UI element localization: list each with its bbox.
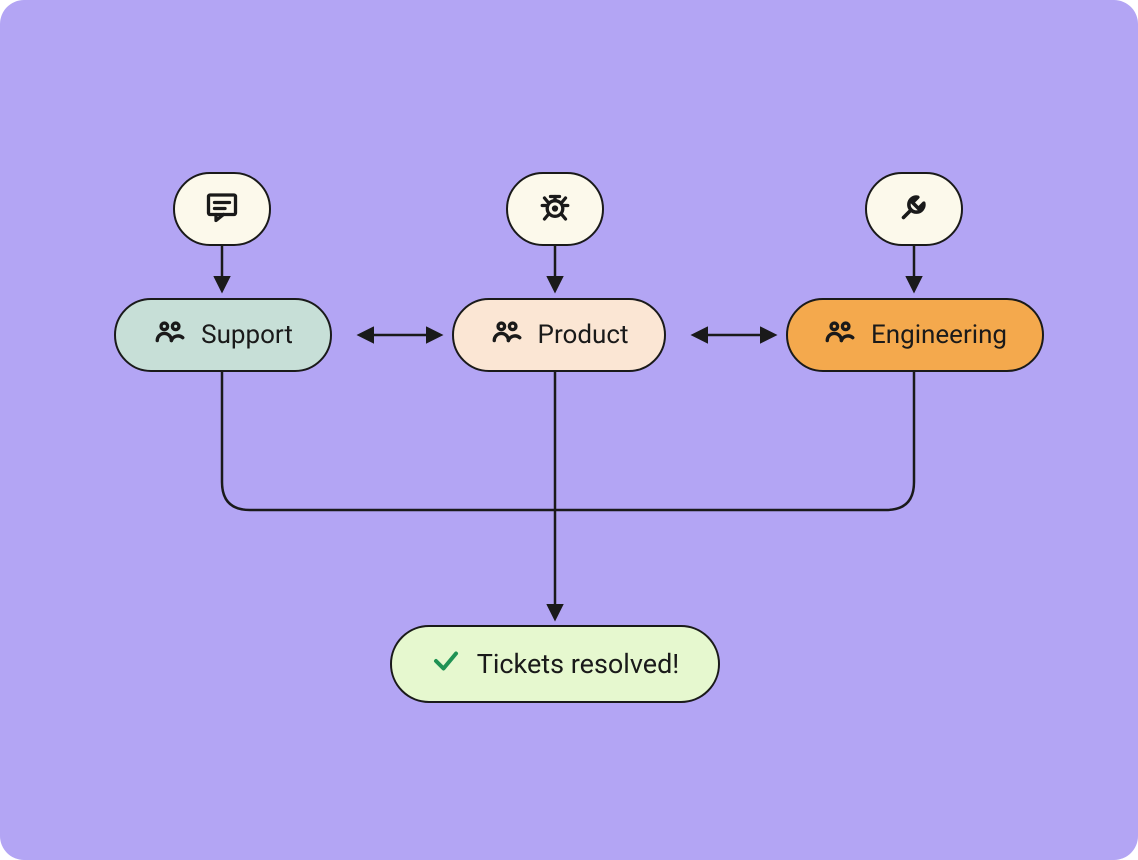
team-product-label: Product: [538, 320, 629, 350]
engineering-badge: [865, 172, 963, 246]
team-engineering-label: Engineering: [871, 320, 1007, 350]
people-icon: [823, 315, 857, 356]
bug-icon: [537, 189, 573, 229]
people-icon: [153, 315, 187, 356]
team-engineering: Engineering: [786, 298, 1044, 372]
team-support: Support: [114, 298, 332, 372]
connectors: [0, 0, 1138, 860]
support-badge: [173, 172, 271, 246]
product-badge: [506, 172, 604, 246]
check-icon: [431, 646, 461, 683]
result-pill: Tickets resolved!: [390, 625, 720, 703]
wrench-icon: [896, 189, 932, 229]
people-icon: [490, 315, 524, 356]
team-support-label: Support: [201, 320, 293, 350]
chat-icon: [204, 189, 240, 229]
team-product: Product: [452, 298, 666, 372]
diagram-canvas: Support Product Engineering: [0, 0, 1138, 860]
result-label: Tickets resolved!: [477, 648, 680, 680]
